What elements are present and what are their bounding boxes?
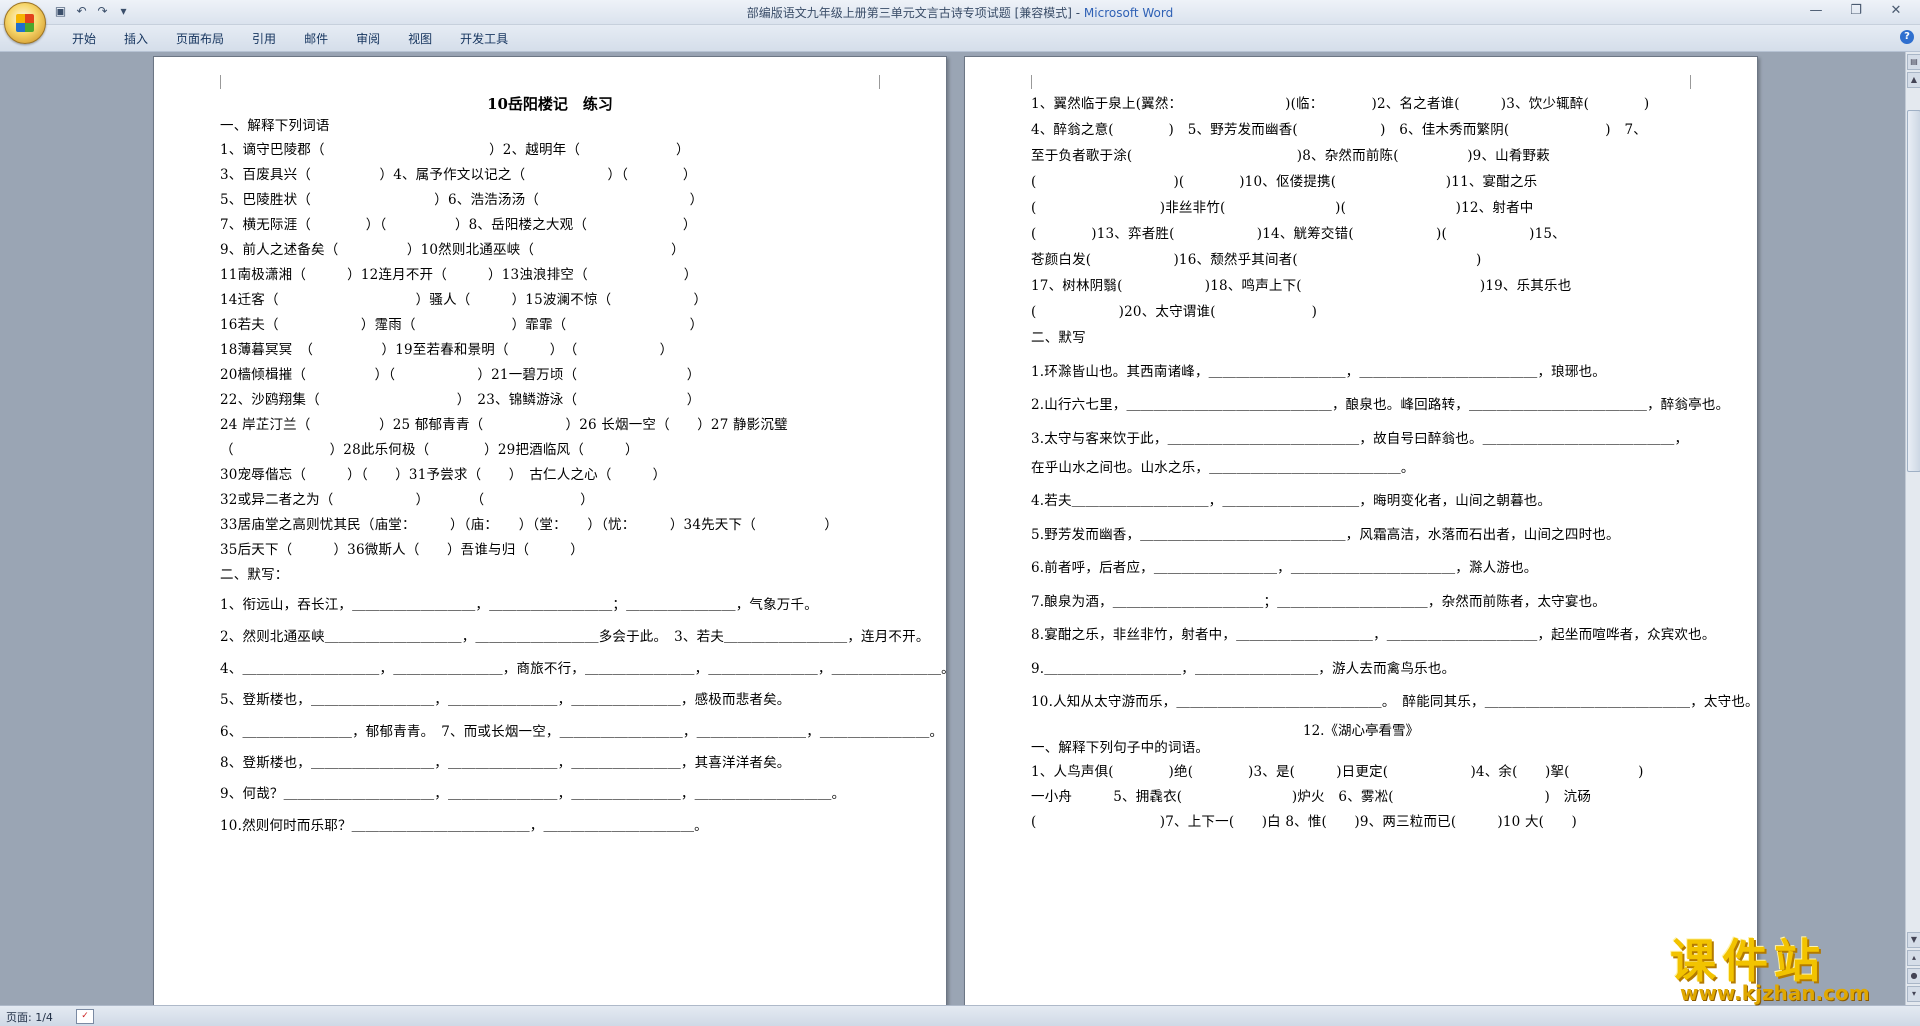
dictation-line: 9.＿＿＿＿＿＿＿＿＿＿，＿＿＿＿＿＿＿＿＿，游人去而禽鸟乐也。 [1031, 661, 1456, 677]
exercise-line: ( )7、上下一( )白 8、惟( )9、两三粒而已( )10 大( ) [1031, 814, 1577, 830]
exercise-line: 1、翼然临于泉上(翼然： )(临： )2、名之者谁( )3、饮少辄醉( ) [1031, 96, 1650, 112]
dictation-line: 8.宴酣之乐，非丝非竹，射者中，＿＿＿＿＿＿＿＿＿＿，＿＿＿＿＿＿＿＿＿＿＿，起… [1031, 627, 1716, 643]
exercise-line: 4、醉翁之意( ) 5、野芳发而幽香( ) 6、佳木秀而繁阴( ) 7、 [1031, 122, 1647, 138]
exercise-line: （ ）28此乐何极（ ）29把酒临风（ ） [220, 442, 639, 458]
tab-references[interactable]: 引用 [238, 30, 290, 48]
tab-review[interactable]: 审阅 [342, 30, 394, 48]
dictation-line: 8、登斯楼也，＿＿＿＿＿＿＿＿＿，＿＿＿＿＿＿＿＿，＿＿＿＿＿＿＿＿，其喜洋洋者… [220, 755, 791, 771]
exercise-line: 22、沙鸥翔集（ ） 23、锦鳞游泳（ ） [220, 392, 701, 408]
dictation-line: 3.太守与客来饮于此，＿＿＿＿＿＿＿＿＿＿＿＿＿＿，故自号曰醉翁也。＿＿＿＿＿＿… [1031, 431, 1689, 447]
vertical-scrollbar[interactable]: ▤ ▲ ▼ ▴ ● ▾ [1905, 52, 1920, 1005]
exercise-line: 9、前人之述备矣（ ）10然则北通巫峡（ ） [220, 242, 685, 258]
section-heading: 二、默写： [220, 567, 289, 583]
status-bar: 页面: 1/4 ✓ [0, 1005, 1920, 1026]
exercise-line: 苍颜白发( )16、颓然乎其间者( ) [1031, 252, 1482, 268]
minimize-icon[interactable]: — [1796, 0, 1836, 22]
section-heading: 二、默写 [1031, 330, 1086, 346]
tab-mailings[interactable]: 邮件 [290, 30, 342, 48]
exercise-line: 30宠辱偕忘（ ）（ ）31予尝求（ ） 古仁人之心（ ） [220, 467, 667, 483]
margin-mark [1690, 75, 1691, 89]
dictation-line: 2.山行六七里，＿＿＿＿＿＿＿＿＿＿＿＿＿＿＿，酿泉也。峰回路转，＿＿＿＿＿＿＿… [1031, 397, 1730, 413]
scroll-up-icon[interactable]: ▲ [1907, 72, 1920, 88]
dictation-line: 6、＿＿＿＿＿＿＿＿，郁郁青青。 7、而或长烟一空，＿＿＿＿＿＿＿＿＿，＿＿＿＿… [220, 724, 944, 740]
page-1[interactable]: 10岳阳楼记 练习 一、解释下列词语 1、谪守巴陵郡（ ）2、越明年（ ） 3、… [153, 56, 947, 1005]
page-title: 10岳阳楼记 练习 [487, 95, 613, 113]
page-2[interactable]: 1、翼然临于泉上(翼然： )(临： )2、名之者谁( )3、饮少辄醉( ) 4、… [964, 56, 1758, 1005]
exercise-line: 14迁客（ ）骚人（ ）15波澜不惊（ ） [220, 292, 708, 308]
tab-insert[interactable]: 插入 [110, 30, 162, 48]
window-title: 部编版语文九年级上册第三单元文言古诗专项试题 [兼容模式] - Microsof… [0, 4, 1920, 21]
section-heading: 一、解释下列词语 [220, 118, 330, 134]
help-icon[interactable]: ? [1900, 30, 1914, 44]
dictation-line: 9、何哉？＿＿＿＿＿＿＿＿＿＿＿，＿＿＿＿＿＿＿＿，＿＿＿＿＿＿＿＿，＿＿＿＿＿… [220, 786, 846, 802]
dictation-line: 1.环滁皆山也。其西南诸峰，＿＿＿＿＿＿＿＿＿＿，＿＿＿＿＿＿＿＿＿＿＿＿＿，琅… [1031, 364, 1606, 380]
exercise-line: 至于负者歌于涂( )8、杂然而前陈( )9、山肴野蔌 [1031, 148, 1550, 164]
exercise-line: 5、巴陵胜状（ ）6、浩浩汤汤（ ） [220, 192, 704, 208]
scroll-thumb[interactable] [1907, 110, 1920, 472]
exercise-line: ( )13、弈者胜( )14、觥筹交错( )( )15、 [1031, 226, 1566, 242]
dictation-line: 4.若夫＿＿＿＿＿＿＿＿＿＿，＿＿＿＿＿＿＿＿＿＿，晦明变化者，山间之朝暮也。 [1031, 493, 1552, 509]
exercise-line: 35后天下（ ）36微斯人（ ）吾谁与归（ ） [220, 542, 584, 558]
exercise-line: 20樯倾楫摧（ ）（ ）21一碧万顷（ ） [220, 367, 701, 383]
dictation-line: 1、衔远山，吞长江，＿＿＿＿＿＿＿＿＿，＿＿＿＿＿＿＿＿＿；＿＿＿＿＿＿＿＿，气… [220, 597, 818, 613]
dictation-line: 7.酿泉为酒，＿＿＿＿＿＿＿＿＿＿＿；＿＿＿＿＿＿＿＿＿＿＿，杂然而前陈者，太守… [1031, 594, 1606, 610]
office-button[interactable] [4, 2, 46, 44]
exercise-line: ( )( )10、伛偻提携( )11、宴酣之乐 [1031, 174, 1538, 190]
title-bar: ▣ ↶ ↷ ▾ 部编版语文九年级上册第三单元文言古诗专项试题 [兼容模式] - … [0, 0, 1920, 44]
exercise-line: 3、百废具兴（ ）4、属予作文以记之（ ）（ ） [220, 167, 697, 183]
dictation-line: 4、＿＿＿＿＿＿＿＿＿＿，＿＿＿＿＿＿＿＿，商旅不行，＿＿＿＿＿＿＿＿，＿＿＿＿… [220, 661, 947, 677]
exercise-line: 32或异二者之为（ ） （ ） [220, 492, 594, 508]
office-logo-icon [16, 14, 34, 32]
proofing-icon[interactable]: ✓ [76, 1009, 94, 1024]
window-controls: — ❐ ✕ [1796, 0, 1916, 22]
dictation-line: 5.野芳发而幽香，＿＿＿＿＿＿＿＿＿＿＿＿＿＿＿，风霜高洁，水落而石出者，山间之… [1031, 527, 1620, 543]
watermark-logo: 课件站 www.kjzhan.com [1660, 925, 1920, 1005]
dictation-line: 2、然则北通巫峡＿＿＿＿＿＿＿＿＿＿，＿＿＿＿＿＿＿＿＿多会于此。 3、若夫＿＿… [220, 629, 930, 645]
page-count[interactable]: 页面: 1/4 [6, 1009, 53, 1025]
exercise-line: 33居庙堂之高则忧其民（庙堂： ）（庙： ）（堂： ）（忧： ）34先天下（ ） [220, 517, 839, 533]
exercise-line: 1、人鸟声俱( )绝( )3、是( )日更定( )4、余( )挐( ) [1031, 764, 1644, 780]
margin-mark [879, 75, 880, 89]
close-icon[interactable]: ✕ [1876, 0, 1916, 22]
margin-mark [1031, 75, 1032, 89]
dictation-line: 在乎山水之间也。山水之乐，＿＿＿＿＿＿＿＿＿＿＿＿＿＿。 [1031, 460, 1415, 476]
exercise-line: 11南极潇湘（ ）12连月不开（ ）13浊浪排空（ ） [220, 267, 698, 283]
section-heading: 一、解释下列句子中的词语。 [1031, 740, 1210, 756]
ribbon-tabs: 开始 插入 页面布局 引用 邮件 审阅 视图 开发工具 [58, 30, 522, 48]
exercise-line: 18薄暮冥冥 （ ）19至若春和景明（ ） （ ） [220, 342, 674, 358]
section-title: 12.《湖心亭看雪》 [1303, 723, 1419, 739]
dictation-line: 5、登斯楼也，＿＿＿＿＿＿＿＿＿，＿＿＿＿＿＿＿＿，＿＿＿＿＿＿＿＿，感极而悲者… [220, 692, 791, 708]
exercise-line: 24 岸芷汀兰（ ）25 郁郁青青（ ）26 长烟一空（ ）27 静影沉璧 [220, 417, 788, 433]
watermark-url: www.kjzhan.com [1680, 981, 1870, 1005]
margin-mark [220, 75, 221, 89]
tab-home[interactable]: 开始 [58, 30, 110, 48]
ribbon: 开始 插入 页面布局 引用 邮件 审阅 视图 开发工具 ? [0, 25, 1920, 52]
dictation-line: 10.然则何时而乐耶？＿＿＿＿＿＿＿＿＿＿＿＿＿，＿＿＿＿＿＿＿＿＿＿＿。 [220, 818, 708, 834]
tab-view[interactable]: 视图 [394, 30, 446, 48]
exercise-line: 一小舟 5、拥毳衣( )炉火 6、雾凇( ) 沆砀 [1031, 789, 1592, 805]
document-title: 部编版语文九年级上册第三单元文言古诗专项试题 [兼容模式] - [746, 6, 1084, 20]
app-name: Microsoft Word [1083, 6, 1174, 20]
tab-page-layout[interactable]: 页面布局 [162, 30, 238, 48]
restore-icon[interactable]: ❐ [1836, 0, 1876, 22]
document-area[interactable]: 10岳阳楼记 练习 一、解释下列词语 1、谪守巴陵郡（ ）2、越明年（ ） 3、… [0, 52, 1906, 1005]
exercise-line: ( )20、太守谓谁( ) [1031, 304, 1318, 320]
tab-developer[interactable]: 开发工具 [446, 30, 522, 48]
exercise-line: 16若夫（ ）霪雨（ ）霏霏（ ） [220, 317, 704, 333]
exercise-line: ( )非丝非竹( )( )12、射者中 [1031, 200, 1534, 216]
exercise-line: 1、谪守巴陵郡（ ）2、越明年（ ） [220, 142, 690, 158]
exercise-line: 17、树林阴翳( )18、鸣声上下( )19、乐其乐也 [1031, 278, 1572, 294]
dictation-line: 6.前者呼，后者应，＿＿＿＿＿＿＿＿＿，＿＿＿＿＿＿＿＿＿＿＿＿，滁人游也。 [1031, 560, 1538, 576]
dictation-line: 10.人知从太守游而乐，＿＿＿＿＿＿＿＿＿＿＿＿＿＿＿。 醉能同其乐，＿＿＿＿＿… [1031, 694, 1758, 710]
ruler-toggle-icon[interactable]: ▤ [1907, 54, 1920, 70]
exercise-line: 7、横无际涯（ ）（ ）8、岳阳楼之大观（ ） [220, 217, 697, 233]
